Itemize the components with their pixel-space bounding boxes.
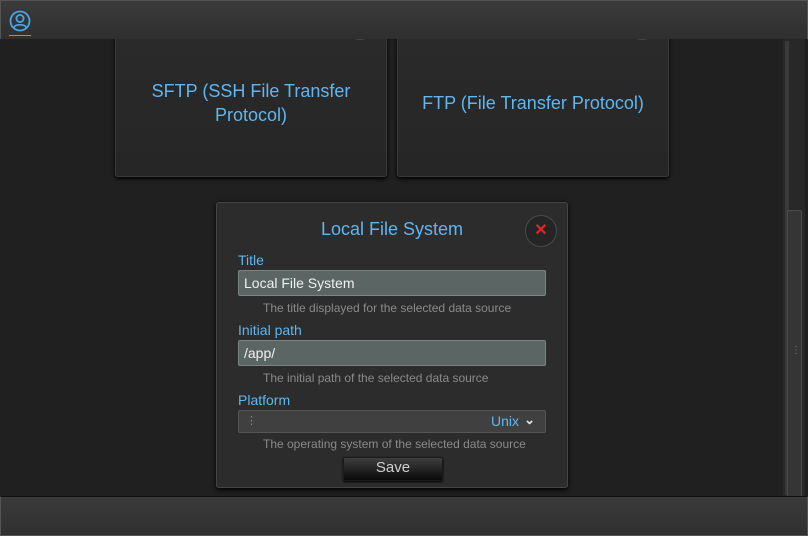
title-input[interactable] [238,270,546,296]
initial-path-input[interactable] [238,340,546,366]
chevron-down-icon: ⌄ [524,412,535,427]
local-file-system-dialog: Local File System ✕ Title The title disp… [216,202,568,488]
initial-path-label: Initial path [238,322,302,338]
save-button[interactable]: Save [343,457,443,481]
drag-handle-icon: ⋮ [246,415,257,427]
card-label: FTP (File Transfer Protocol) [422,93,644,113]
bottom-bar [0,496,808,536]
platform-select[interactable]: ⋮ Unix ⌄ [238,410,546,433]
user-circle-icon[interactable] [9,10,31,36]
title-label: Title [238,252,264,268]
top-bar [0,0,808,40]
close-x-icon: ✕ [534,222,548,239]
dialog-title: Local File System [320,219,464,239]
card-toggle-icon[interactable] [344,39,376,40]
main-content: SFTP (SSH File Transfer Protocol) FTP (F… [0,39,783,496]
title-hint: The title displayed for the selected dat… [263,301,512,315]
platform-hint: The operating system of the selected dat… [263,437,526,451]
data-source-card-sftp[interactable]: SFTP (SSH File Transfer Protocol) [115,39,387,177]
scrollbar-grip-icon: ⋮ [791,345,801,356]
card-toggle-icon[interactable] [626,39,658,40]
close-button[interactable]: ✕ [525,215,557,247]
data-source-card-ftp[interactable]: FTP (File Transfer Protocol) [397,39,669,177]
card-label: SFTP (SSH File Transfer Protocol) [151,81,351,125]
platform-value: Unix [490,413,519,429]
initial-path-hint: The initial path of the selected data so… [263,371,489,385]
platform-label: Platform [238,392,291,408]
